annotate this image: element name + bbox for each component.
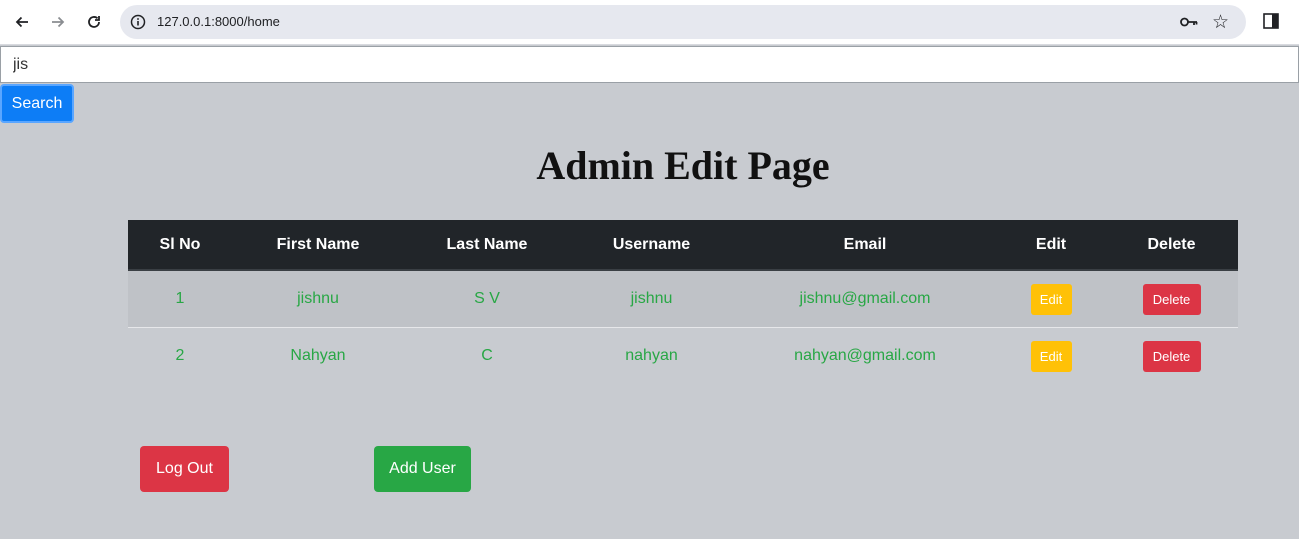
header-edit: Edit (997, 220, 1105, 271)
cell-email: nahyan@gmail.com (794, 347, 936, 364)
cell-last-name: S V (404, 270, 570, 328)
cell-sl-no: 2 (175, 347, 185, 364)
cell-last-name: C (481, 347, 493, 364)
edit-button[interactable]: Edit (1030, 283, 1072, 315)
address-bar[interactable]: 127.0.0.1:8000/home ☆ (120, 5, 1246, 39)
cell-edit: Edit (997, 270, 1105, 328)
search-input[interactable] (0, 46, 1299, 83)
cell-delete: Delete (1105, 270, 1238, 328)
info-icon[interactable] (130, 14, 146, 30)
users-table: Sl No First Name Last Name Username Emai… (128, 220, 1238, 384)
logout-button[interactable]: Log Out (140, 446, 229, 492)
cell-edit: Edit (997, 328, 1105, 385)
edit-button[interactable]: Edit (1030, 340, 1072, 372)
add-user-button[interactable]: Add User (374, 446, 471, 492)
side-panel-icon[interactable] (1263, 13, 1279, 29)
delete-button[interactable]: Delete (1142, 340, 1201, 372)
table-row: 2 Nahyan C nahyan nahyan@gmail.com Edit … (128, 328, 1238, 385)
header-last-name: Last Name (404, 220, 570, 271)
table-row: 1 jishnu S V jishnu jishnu@gmail.com Edi… (128, 270, 1238, 328)
forward-arrow-icon[interactable] (45, 10, 71, 34)
cell-first-name: Nahyan (290, 347, 346, 364)
back-arrow-icon[interactable] (9, 10, 35, 34)
cell-username: nahyan (625, 347, 678, 364)
cell-email: jishnu@gmail.com (733, 270, 997, 328)
star-icon[interactable]: ☆ (1212, 11, 1229, 33)
search-button[interactable]: Search (0, 84, 74, 123)
cell-first-name: jishnu (232, 270, 404, 328)
header-delete: Delete (1105, 220, 1238, 271)
header-sl-no: Sl No (128, 220, 232, 271)
browser-toolbar: 127.0.0.1:8000/home ☆ (0, 0, 1299, 45)
header-email: Email (733, 220, 997, 271)
key-icon[interactable] (1179, 14, 1199, 30)
header-first-name: First Name (232, 220, 404, 271)
url-text: 127.0.0.1:8000/home (157, 14, 280, 29)
header-username: Username (570, 220, 733, 271)
cell-sl-no: 1 (128, 270, 232, 328)
table-header-row: Sl No First Name Last Name Username Emai… (128, 220, 1238, 271)
delete-button[interactable]: Delete (1142, 283, 1201, 315)
page-title: Admin Edit Page (536, 143, 830, 188)
cell-username: jishnu (570, 270, 733, 328)
reload-icon[interactable] (81, 10, 107, 34)
cell-delete: Delete (1105, 328, 1238, 385)
